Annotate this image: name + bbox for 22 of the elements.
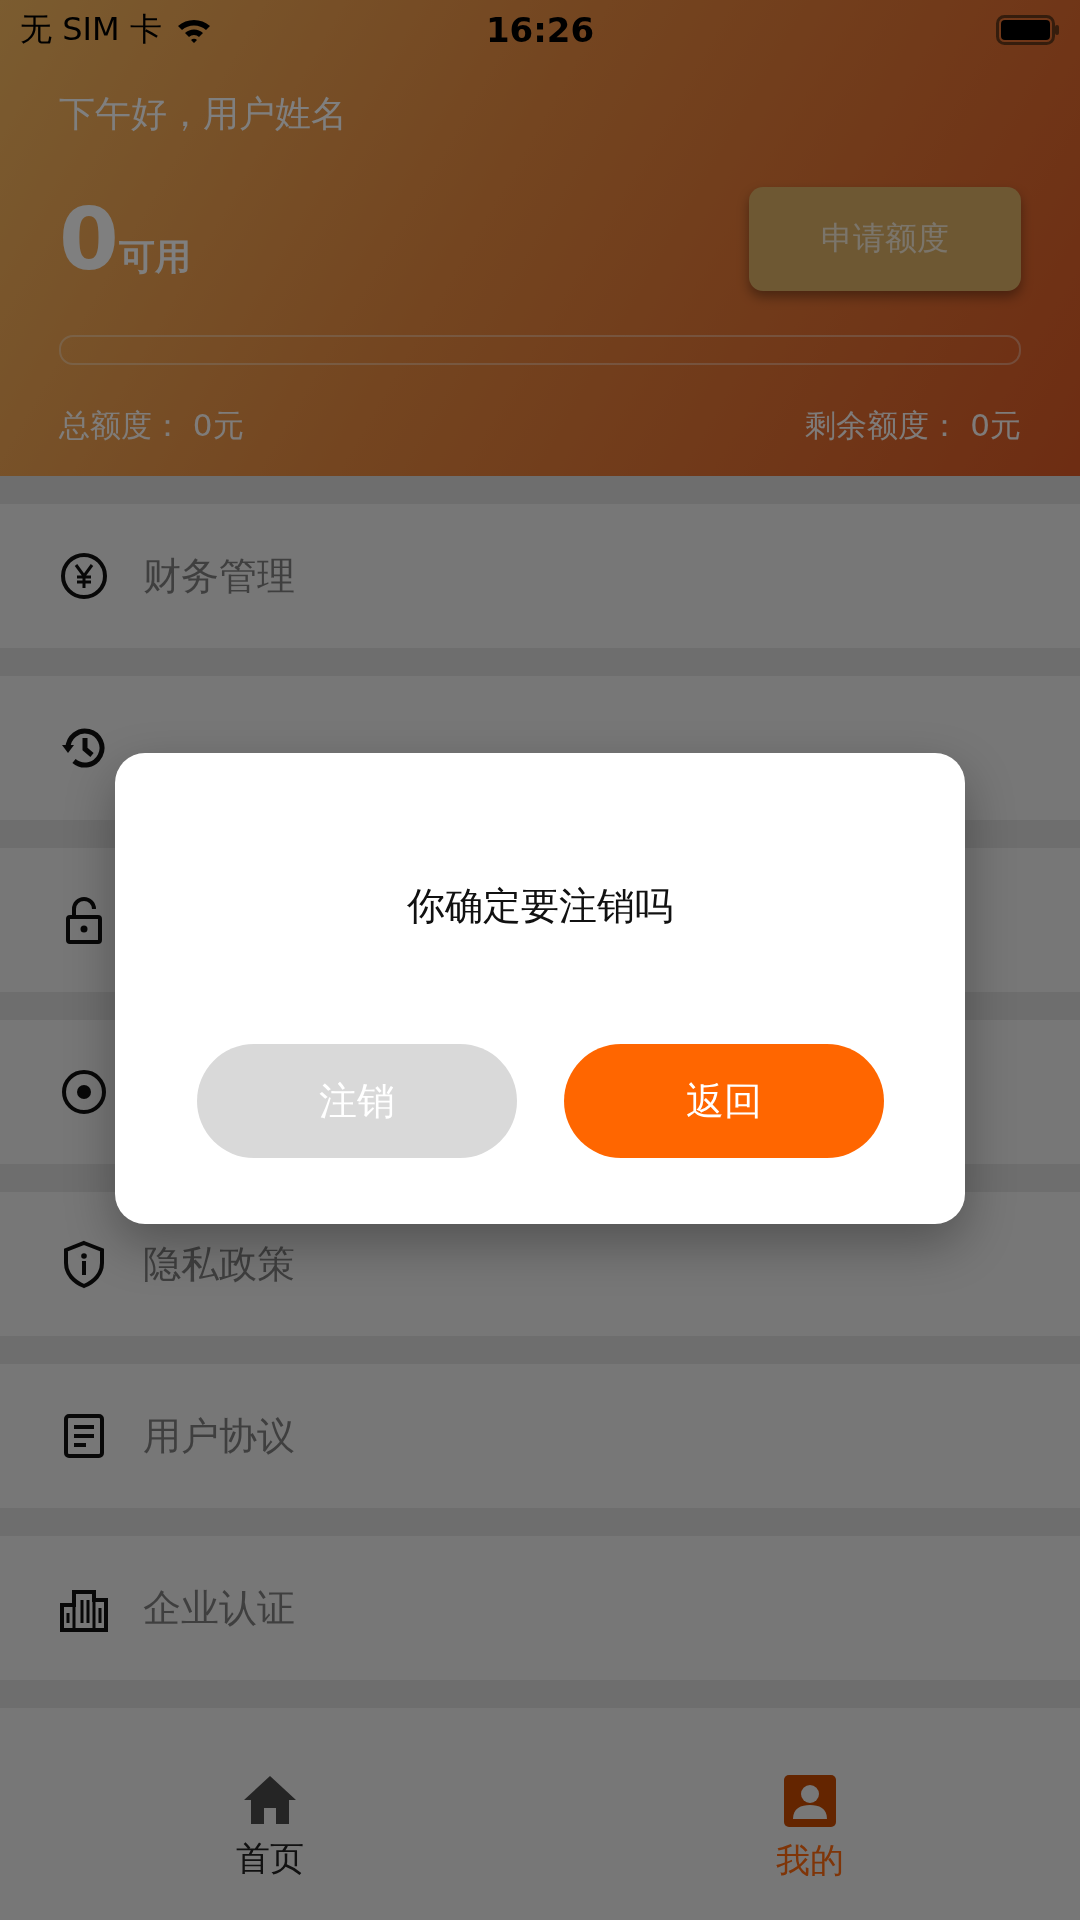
home-icon bbox=[242, 1774, 298, 1826]
menu-row[interactable]: 财务管理 bbox=[0, 504, 1080, 648]
yen-icon bbox=[59, 551, 109, 601]
total-quota-text: 总额度： 0元 bbox=[59, 406, 244, 445]
menu-row[interactable]: 用户协议 bbox=[0, 1364, 1080, 1508]
menu-label: 用户协议 bbox=[143, 1412, 295, 1460]
remaining-quota-text: 剩余额度： 0元 bbox=[805, 406, 1021, 445]
back-button[interactable]: 返回 bbox=[563, 1044, 884, 1158]
menu-label: 财务管理 bbox=[143, 552, 295, 600]
greeting-text: 下午好，用户姓名 bbox=[59, 92, 348, 136]
dialog-message: 你确定要注销吗 bbox=[407, 883, 673, 930]
menu-row[interactable]: 企业认证 bbox=[0, 1536, 1080, 1680]
available-label: 可用 bbox=[118, 235, 191, 279]
battery-icon bbox=[996, 15, 1060, 45]
status-time: 16:26 bbox=[485, 10, 595, 50]
carrier-text: 无 SIM 卡 bbox=[20, 9, 162, 50]
tab-item[interactable]: 首页 bbox=[0, 1708, 540, 1920]
person-icon bbox=[783, 1774, 837, 1828]
available-amount: 0 bbox=[59, 196, 119, 282]
menu-label: 企业认证 bbox=[143, 1584, 295, 1632]
tab-item[interactable]: 我的 bbox=[540, 1708, 1080, 1920]
radio-icon bbox=[59, 1067, 109, 1117]
